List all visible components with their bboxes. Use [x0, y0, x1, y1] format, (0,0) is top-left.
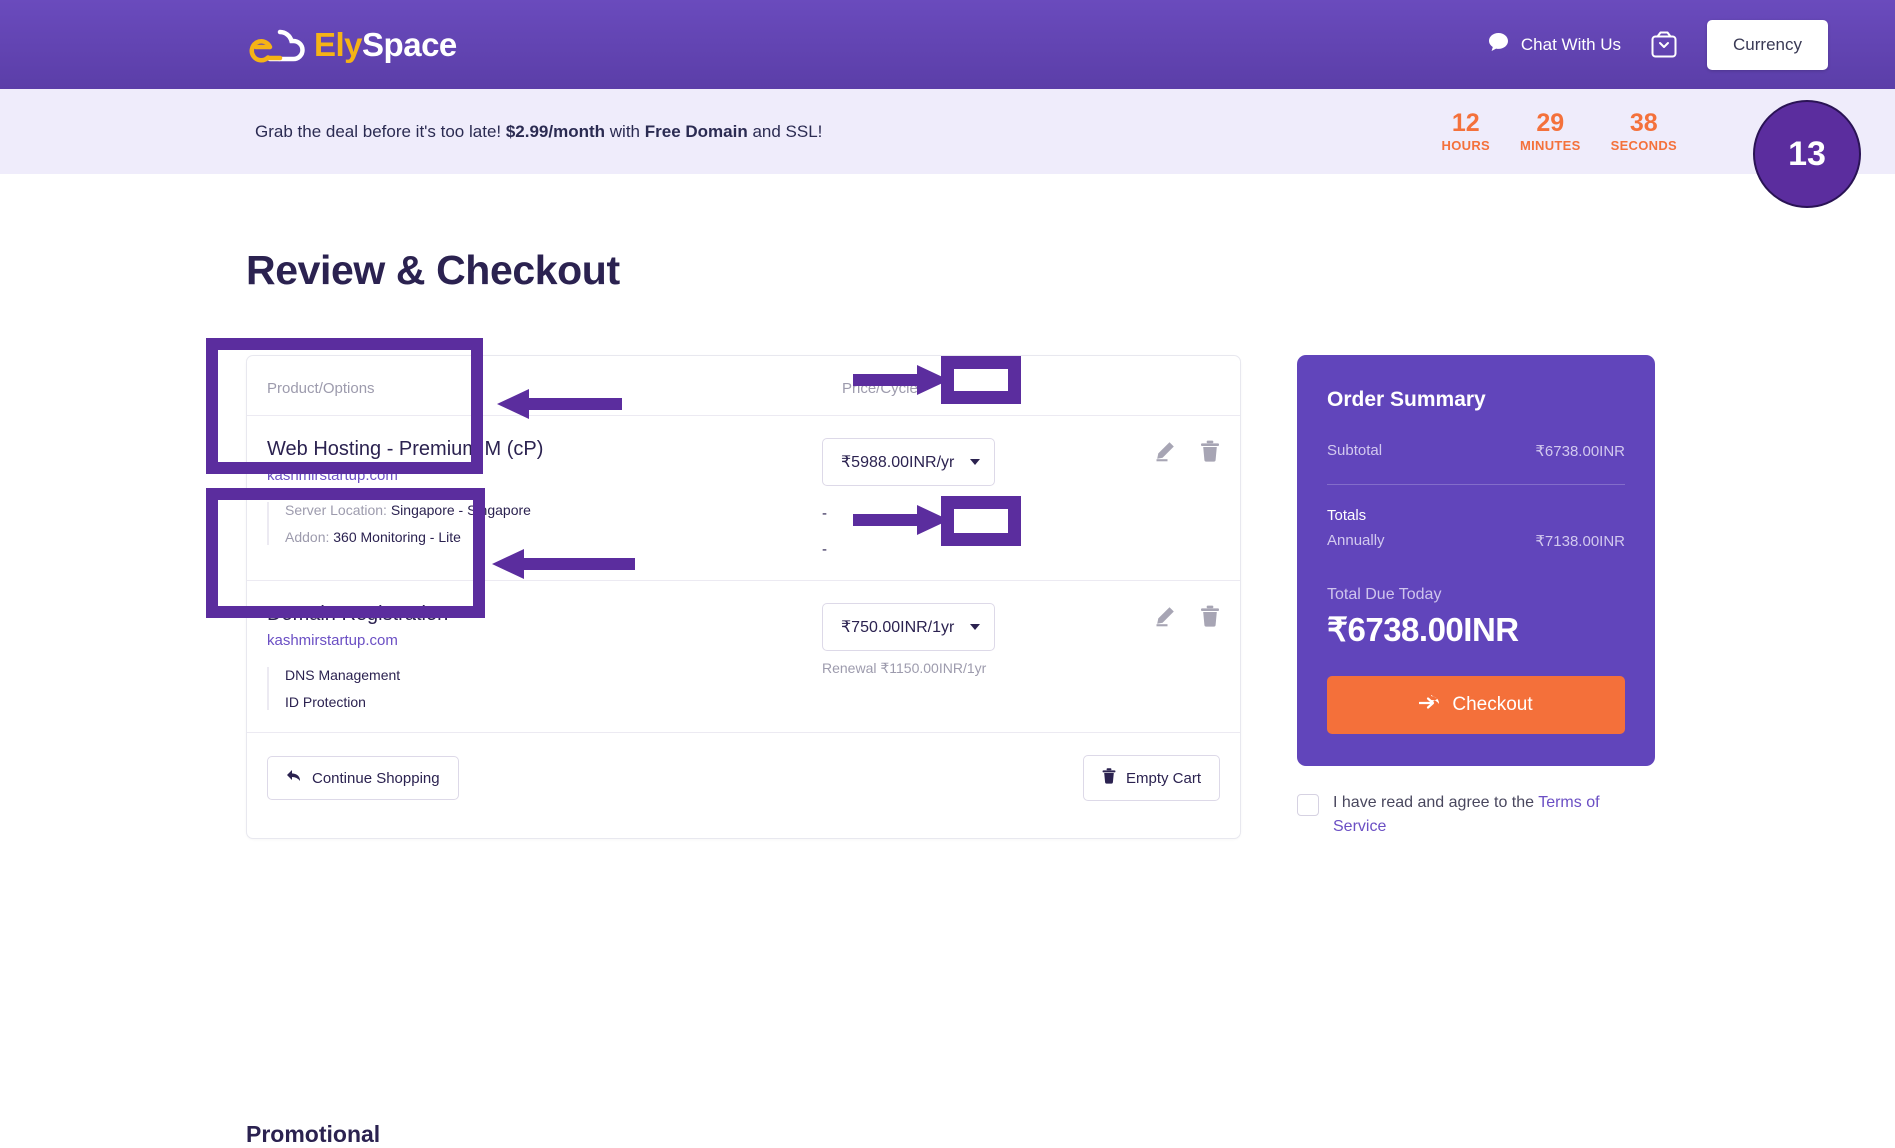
summary-annually-row: Annually ₹7138.00INR — [1327, 532, 1625, 550]
promo-price: $2.99/month — [505, 121, 606, 141]
promo-free-domain: Free Domain — [644, 121, 748, 141]
option-price-2: - — [822, 541, 827, 558]
chat-label: Chat With Us — [1520, 34, 1622, 54]
totals-label: Totals — [1327, 507, 1367, 524]
promo-text-part1: Grab the deal before it's too late! — [255, 121, 506, 141]
cart-table-header: Product/Options Price/Cycle — [247, 356, 1240, 416]
terms-text-before: I have read and agree to the — [1333, 794, 1539, 811]
option-label: Server Location: — [285, 502, 387, 518]
logo-text-space: Space — [362, 25, 457, 63]
countdown-minutes-label: MINUTES — [1520, 137, 1581, 153]
notification-badge[interactable]: 13 — [1753, 100, 1861, 208]
chevron-down-icon — [970, 624, 981, 630]
countdown-seconds: 38 SECONDS — [1611, 110, 1677, 153]
annually-value: ₹7138.00INR — [1535, 533, 1625, 550]
site-header: ElySpace Chat With Us Currency — [0, 0, 1895, 89]
trash-icon — [1102, 768, 1116, 788]
continue-shopping-label: Continue Shopping — [312, 769, 440, 787]
promo-text: Grab the deal before it's too late! $2.9… — [255, 122, 822, 142]
arrow-right-icon — [1418, 694, 1440, 716]
product-name: Domain Registration — [267, 603, 449, 625]
terms-agreement: I have read and agree to the Terms of Se… — [1297, 791, 1647, 839]
product-details-hosting: Web Hosting - Premium M (cP) kashmirstar… — [247, 416, 822, 580]
option-id-protection: ID Protection — [285, 694, 366, 710]
product-name: Web Hosting - Premium M (cP) — [267, 438, 544, 460]
countdown-minutes-value: 29 — [1536, 109, 1565, 138]
back-arrow-icon — [286, 769, 302, 787]
delete-item-button-domain[interactable] — [1200, 605, 1220, 627]
checkout-button[interactable]: Checkout — [1327, 676, 1625, 734]
header-actions: Chat With Us Currency — [1488, 19, 1828, 70]
summary-column: Order Summary Subtotal ₹6738.00INR Total… — [1297, 355, 1655, 839]
column-header-price: Price/Cycle — [842, 380, 918, 397]
page-title: Review & Checkout — [246, 247, 620, 293]
countdown-seconds-label: SECONDS — [1610, 137, 1677, 153]
order-summary-panel: Order Summary Subtotal ₹6738.00INR Total… — [1297, 355, 1655, 766]
total-due-today-value: ₹6738.00INR — [1327, 611, 1519, 648]
countdown-hours: 12 HOURS — [1442, 110, 1490, 153]
logo-text-ely: Ely — [314, 25, 363, 63]
option-value: 360 Monitoring - Lite — [329, 529, 461, 545]
edit-item-button-hosting[interactable] — [1154, 440, 1176, 462]
column-header-product: Product/Options — [267, 380, 375, 397]
promo-text-part2: with — [605, 121, 645, 141]
summary-subtotal-row: Subtotal ₹6738.00INR — [1327, 442, 1625, 460]
terms-checkbox[interactable] — [1297, 794, 1319, 816]
main-content: Review & Checkout Product/Options Price/… — [0, 247, 1895, 1147]
order-summary-title: Order Summary — [1327, 388, 1486, 411]
elyspace-cloud-icon — [246, 25, 308, 65]
table-row: Domain Registration kashmirstartup.com D… — [247, 581, 1240, 733]
row-actions-domain — [1154, 581, 1240, 732]
summary-divider — [1327, 484, 1625, 485]
currency-button[interactable]: Currency — [1707, 19, 1828, 70]
shopping-bag-icon[interactable] — [1651, 31, 1677, 58]
annually-label: Annually — [1327, 532, 1385, 549]
option-value: Singapore - Singapore — [386, 502, 531, 518]
chat-with-us-button[interactable]: Chat With Us — [1488, 32, 1621, 57]
option-addon: Addon: 360 Monitoring - Lite — [285, 529, 802, 545]
promo-bar: Grab the deal before it's too late! $2.9… — [0, 89, 1895, 174]
checkout-label: Checkout — [1452, 694, 1533, 715]
option-price-1: - — [822, 505, 827, 522]
renewal-price: Renewal ₹1150.00INR/1yr — [822, 660, 987, 676]
product-details-domain: Domain Registration kashmirstartup.com D… — [247, 581, 822, 732]
countdown-seconds-value: 38 — [1629, 109, 1658, 138]
product-options: DNS Management ID Protection — [267, 667, 802, 710]
billing-cycle-select-hosting[interactable]: ₹5988.00INR/yr — [822, 438, 996, 486]
option-label: Addon: — [285, 529, 330, 545]
row-actions-hosting — [1154, 416, 1240, 580]
product-domain: kashmirstartup.com — [267, 632, 398, 649]
terms-text: I have read and agree to the Terms of Se… — [1333, 791, 1647, 839]
price-cell-domain: ₹750.00INR/1yr Renewal ₹1150.00INR/1yr — [822, 581, 1122, 732]
billing-cycle-select-domain[interactable]: ₹750.00INR/1yr — [822, 603, 996, 651]
billing-cycle-value: ₹750.00INR/1yr — [841, 619, 955, 636]
site-logo[interactable]: ElySpace — [246, 25, 457, 65]
subtotal-label: Subtotal — [1327, 442, 1383, 459]
option-server-location: Server Location: Singapore - Singapore — [285, 502, 802, 518]
chat-bubble-icon — [1488, 32, 1509, 57]
countdown-timer: 12 HOURS 29 MINUTES 38 SECONDS — [1442, 110, 1677, 153]
product-domain: kashmirstartup.com — [267, 467, 398, 484]
countdown-hours-value: 12 — [1451, 109, 1480, 138]
continue-shopping-button[interactable]: Continue Shopping — [267, 756, 459, 800]
option-dns-management: DNS Management — [285, 667, 401, 683]
empty-cart-button[interactable]: Empty Cart — [1082, 755, 1220, 801]
chevron-down-icon — [970, 459, 981, 465]
table-row: Web Hosting - Premium M (cP) kashmirstar… — [247, 416, 1240, 581]
product-options: Server Location: Singapore - Singapore A… — [267, 502, 802, 545]
billing-cycle-value: ₹5988.00INR/yr — [841, 454, 955, 471]
subtotal-value: ₹6738.00INR — [1535, 443, 1625, 460]
total-due-today-label: Total Due Today — [1327, 586, 1442, 603]
countdown-minutes: 29 MINUTES — [1520, 110, 1581, 153]
edit-item-button-domain[interactable] — [1154, 605, 1176, 627]
delete-item-button-hosting[interactable] — [1200, 440, 1220, 462]
empty-cart-label: Empty Cart — [1125, 769, 1201, 787]
countdown-hours-label: HOURS — [1441, 137, 1490, 153]
promo-text-part3: and SSL! — [747, 121, 823, 141]
price-cell-hosting: ₹5988.00INR/yr - - — [822, 416, 1122, 580]
cart-footer: Continue Shopping Empty Cart — [247, 733, 1240, 823]
bottom-section-heading: Promotional — [246, 1121, 381, 1147]
cart-table: Product/Options Price/Cycle Web Hosting … — [246, 355, 1241, 839]
